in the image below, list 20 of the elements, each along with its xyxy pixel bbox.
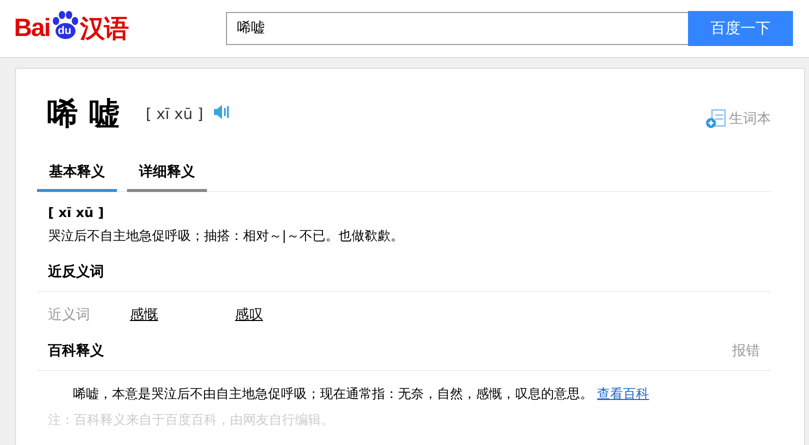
headword: 唏 嘘 (47, 95, 120, 134)
add-notebook-icon (705, 109, 727, 129)
synonym-link[interactable]: 感慨 (130, 306, 235, 324)
tab[interactable]: 基本释义 (37, 159, 117, 192)
encyclopedia-text: 唏嘘，本意是哭泣后不由自主地急促呼吸；现在通常指：无奈，自然，感慨，叹息的意思。 查看百科 (72, 386, 650, 403)
definition-text: 哭泣后不自主地急促呼吸；抽搭：相对～|～不已。也做欷歔。 (48, 228, 404, 245)
view-encyclopedia-link[interactable]: 查看百科 (597, 387, 650, 402)
logo-badge-text: du (58, 24, 72, 36)
tab[interactable]: 详细释义 (127, 159, 207, 192)
synonym-link[interactable]: 感叹 (235, 306, 340, 324)
section-title: 近反义词 (37, 263, 771, 292)
search-field[interactable]: 唏嘘 (226, 12, 688, 44)
synonym-label: 近义词 (48, 306, 91, 324)
search-button[interactable]: 百度一下 (688, 10, 793, 46)
section-title: 百科释义 (48, 342, 104, 360)
logo-text: Bai (14, 14, 50, 43)
pinyin-text: [ xī xū ] (48, 206, 105, 221)
pinyin-text: [ xī xū ] (146, 105, 204, 123)
speaker-icon[interactable] (213, 105, 230, 119)
logo-text: 汉语 (80, 14, 128, 45)
